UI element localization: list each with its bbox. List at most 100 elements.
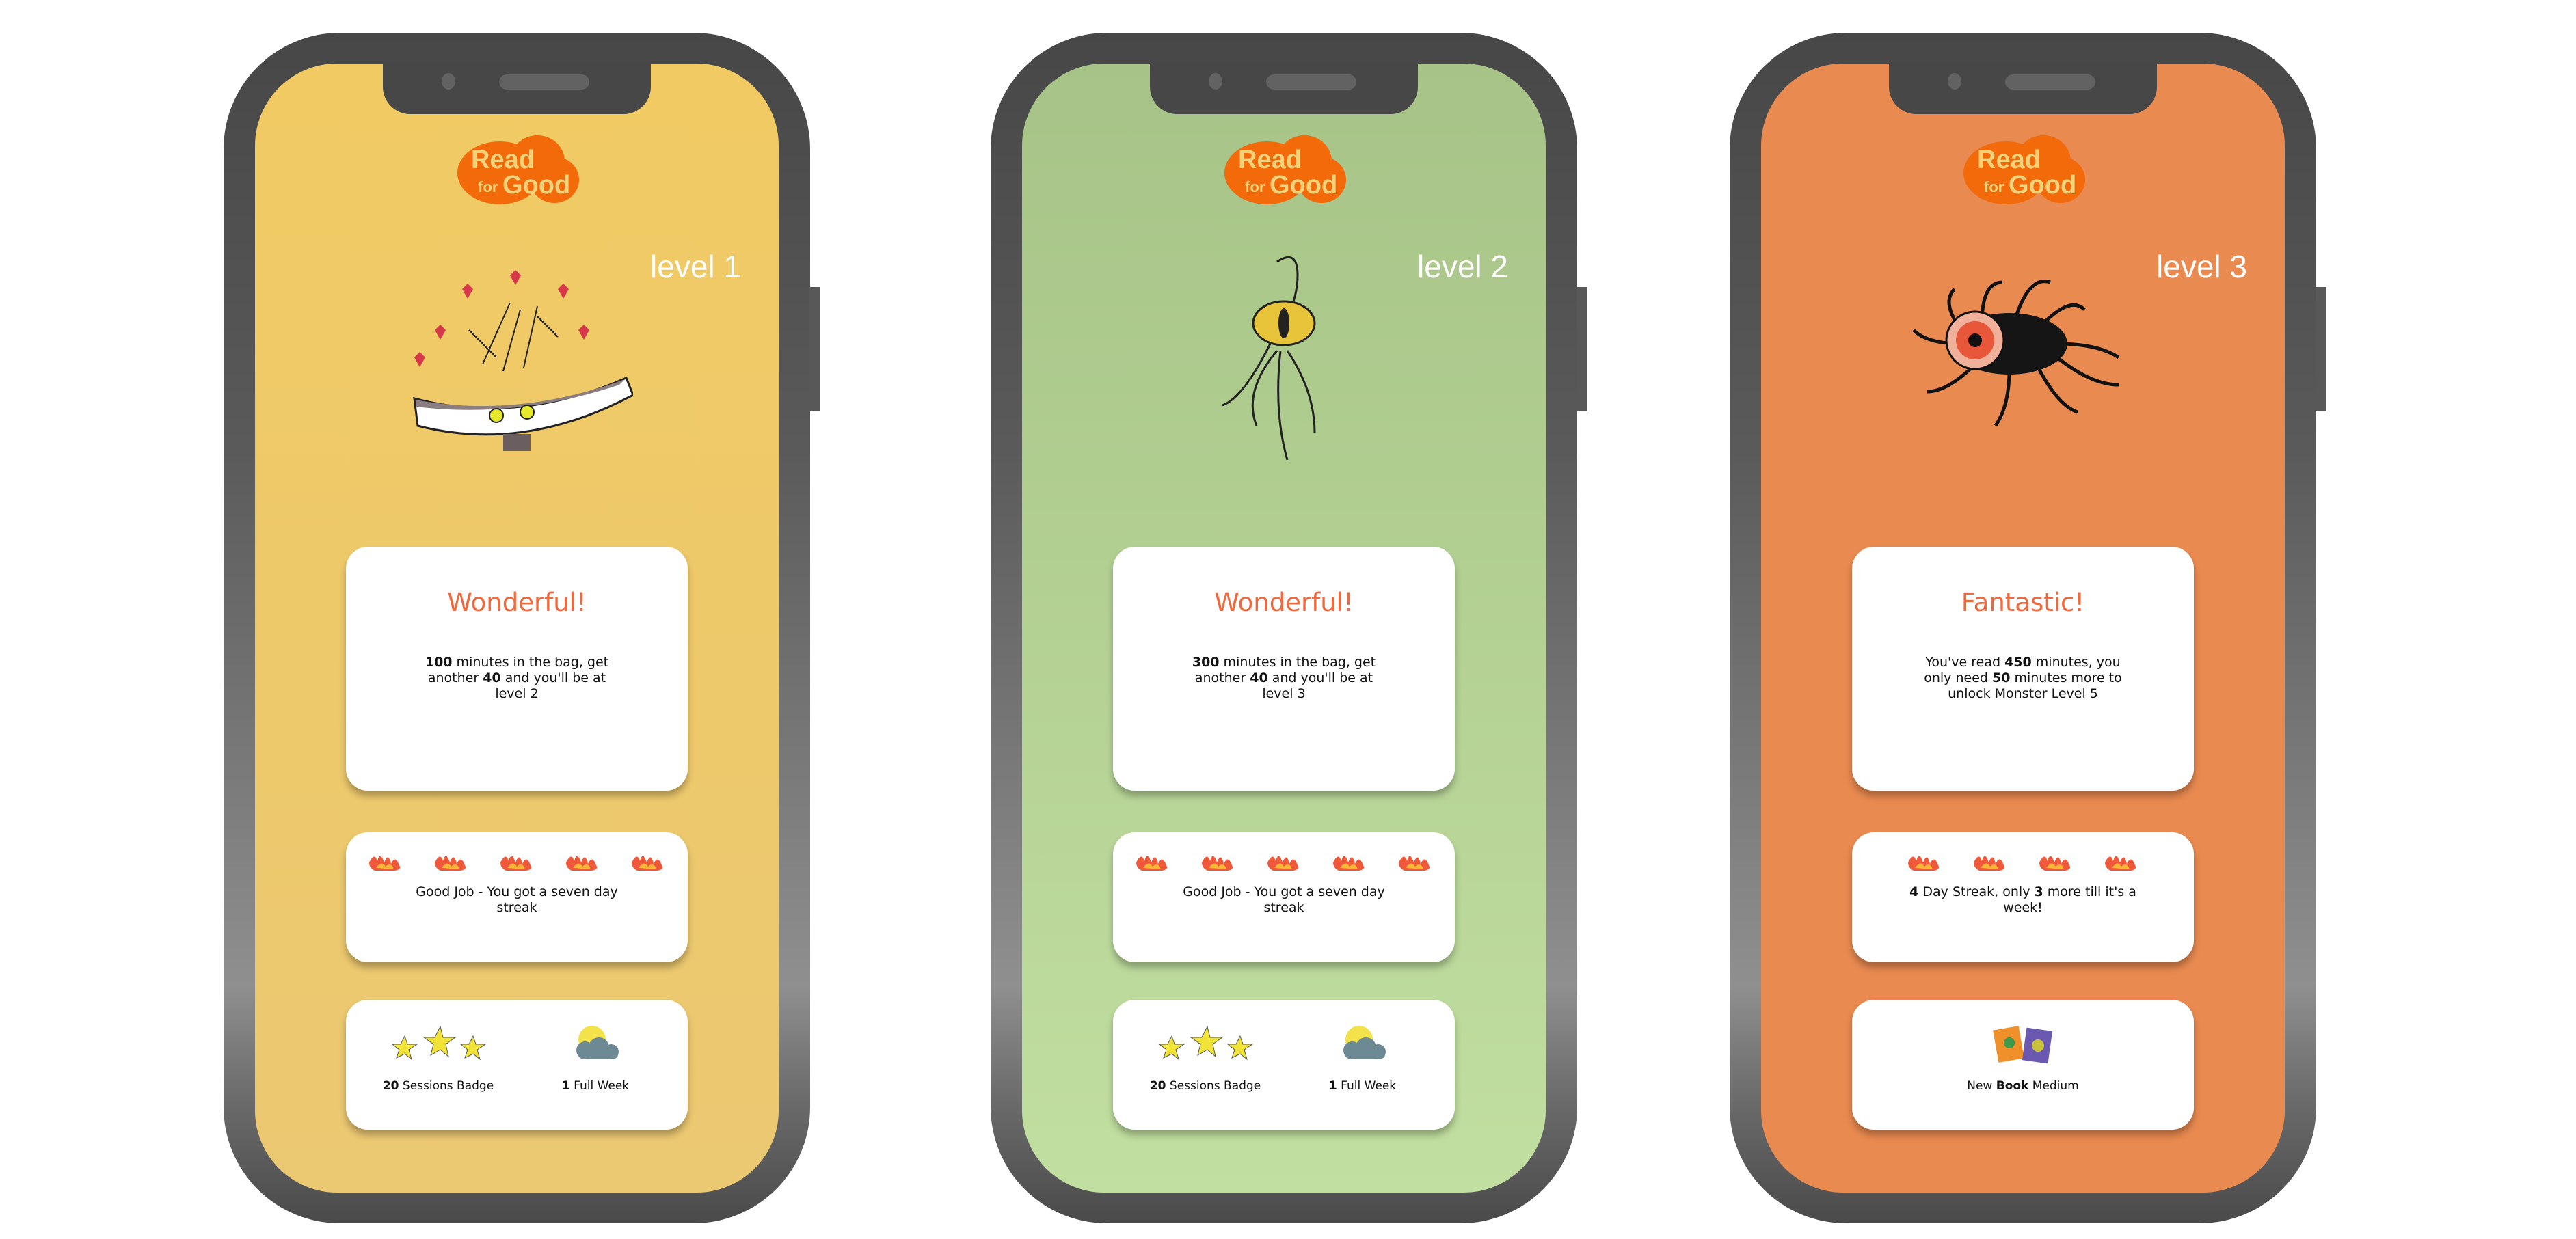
flame-icon	[2039, 856, 2071, 871]
reward-book-medium[interactable]: New Book Medium	[1920, 1020, 2125, 1093]
phone-notch	[1150, 64, 1418, 114]
streak-message: Good Job - You got a seven day streak	[1168, 884, 1400, 916]
books-icon	[1989, 1020, 2057, 1068]
flame-icon	[1333, 856, 1365, 871]
text-run: and you'll be at level 2	[495, 670, 606, 701]
streak-card: Good Job - You got a seven day streak	[1113, 832, 1455, 962]
monster-illustration	[1907, 248, 2139, 474]
highlight-number: 300	[1192, 655, 1220, 670]
text-run: Medium	[2028, 1079, 2079, 1093]
progress-card: Wonderful! 300 minutes in the bag, get a…	[1113, 547, 1455, 791]
phone-notch	[1889, 64, 2157, 114]
phone-side-button	[2316, 287, 2326, 411]
camera-icon	[1948, 73, 1961, 90]
badge-stars[interactable]: 20 Sessions Badge	[1137, 1020, 1274, 1093]
highlight-number: 4	[1909, 884, 1919, 899]
svg-text:Good: Good	[2009, 171, 2076, 200]
progress-message: 100 minutes in the bag, get another 40 a…	[414, 655, 619, 702]
flame-icon	[2105, 856, 2136, 871]
speaker-icon	[1266, 74, 1356, 90]
flame-icon	[566, 856, 598, 871]
badge-sun-cloud[interactable]: 1 Full Week	[1294, 1020, 1431, 1093]
flame-icon	[1202, 856, 1233, 871]
progress-title: Wonderful!	[1214, 588, 1354, 617]
text-run: New	[1967, 1079, 1996, 1093]
text-run: and you'll be at level 3	[1262, 670, 1373, 701]
svg-text:for: for	[1245, 178, 1265, 195]
phone-side-button	[809, 287, 820, 411]
sun-cloud-icon	[1332, 1020, 1393, 1068]
highlight-number: 40	[1250, 670, 1268, 685]
badge-sun-cloud[interactable]: 1 Full Week	[527, 1020, 664, 1093]
level-label: level 2	[1417, 249, 1508, 284]
flame-icon	[369, 856, 401, 871]
read-for-good-logo: Read for Good	[1958, 131, 2088, 206]
progress-card: Fantastic! You've read 450 minutes, you …	[1852, 547, 2194, 791]
highlight-number: Book	[1996, 1079, 2029, 1093]
progress-title: Fantastic!	[1961, 588, 2085, 617]
flame-icon	[1399, 856, 1430, 871]
badges-card: 20 Sessions Badge 1 Full Week	[346, 1000, 688, 1130]
level-label: level 3	[2156, 249, 2247, 284]
badges-card: New Book Medium	[1852, 1000, 2194, 1130]
svg-text:Good: Good	[1270, 171, 1337, 200]
streak-flames	[346, 849, 688, 872]
sun-cloud-icon	[565, 1020, 626, 1068]
phone-mockup-level-3: Read for Good level 3 Fantastic! You've …	[1730, 33, 2326, 1223]
progress-card: Wonderful! 100 minutes in the bag, get a…	[346, 547, 688, 791]
flame-icon	[632, 856, 663, 871]
badge-label: 20 Sessions Badge	[382, 1079, 494, 1093]
flame-icon	[1974, 856, 2005, 871]
text-run: You've read	[1925, 655, 2005, 670]
flame-icon	[1908, 856, 1940, 871]
stars-icon	[387, 1020, 489, 1068]
flame-icon	[435, 856, 466, 871]
svg-text:for: for	[478, 178, 498, 195]
svg-text:Read: Read	[1238, 146, 1302, 174]
camera-icon	[1209, 73, 1222, 90]
phone-notch	[383, 64, 651, 114]
phone-mockup-level-1: Read for Good level 1 Wonderful! 100 min…	[224, 33, 820, 1223]
phone-screen: Read for Good level 1 Wonderful! 100 min…	[255, 64, 779, 1193]
reward-label: New Book Medium	[1967, 1079, 2079, 1093]
highlight-number: 450	[2004, 655, 2032, 670]
phone-mockup-level-2: Read for Good level 2 Wonderful! 300 min…	[991, 33, 1587, 1223]
badges-card: 20 Sessions Badge 1 Full Week	[1113, 1000, 1455, 1130]
streak-card: Good Job - You got a seven day streak	[346, 832, 688, 962]
phone-screen: Read for Good level 2 Wonderful! 300 min…	[1022, 64, 1546, 1193]
phone-side-button	[1577, 287, 1587, 411]
svg-text:Good: Good	[502, 171, 570, 200]
level-label: level 1	[650, 249, 741, 284]
text-run: Good Job - You got a seven day streak	[1183, 884, 1385, 915]
highlight-number: 50	[1991, 670, 2011, 685]
progress-title: Wonderful!	[447, 588, 587, 617]
streak-flames	[1113, 849, 1455, 872]
text-run: Day Streak, only	[1918, 884, 2035, 899]
badge-label: 1 Full Week	[561, 1079, 630, 1093]
highlight-number: 40	[483, 670, 501, 685]
monster-illustration	[1168, 248, 1400, 474]
streak-message: Good Job - You got a seven day streak	[401, 884, 633, 916]
read-for-good-logo: Read for Good	[452, 131, 582, 206]
svg-text:for: for	[1984, 178, 2004, 195]
streak-message: 4 Day Streak, only 3 more till it's a we…	[1907, 884, 2139, 916]
monster-illustration	[401, 248, 634, 474]
streak-flames	[1852, 849, 2194, 872]
speaker-icon	[499, 74, 589, 90]
badge-label: 20 Sessions Badge	[1149, 1079, 1261, 1093]
flame-icon	[500, 856, 532, 871]
progress-message: 300 minutes in the bag, get another 40 a…	[1181, 655, 1386, 702]
flame-icon	[1267, 856, 1299, 871]
progress-message: You've read 450 minutes, you only need 5…	[1920, 655, 2125, 702]
speaker-icon	[2005, 74, 2095, 90]
stars-icon	[1154, 1020, 1257, 1068]
text-run: Good Job - You got a seven day streak	[416, 884, 618, 915]
camera-icon	[442, 73, 455, 90]
phone-screen: Read for Good level 3 Fantastic! You've …	[1761, 64, 2285, 1193]
highlight-number: 3	[2034, 884, 2043, 899]
highlight-number: 100	[425, 655, 453, 670]
flame-icon	[1136, 856, 1168, 871]
badge-label: 1 Full Week	[1328, 1079, 1397, 1093]
streak-card: 4 Day Streak, only 3 more till it's a we…	[1852, 832, 2194, 962]
badge-stars[interactable]: 20 Sessions Badge	[370, 1020, 507, 1093]
